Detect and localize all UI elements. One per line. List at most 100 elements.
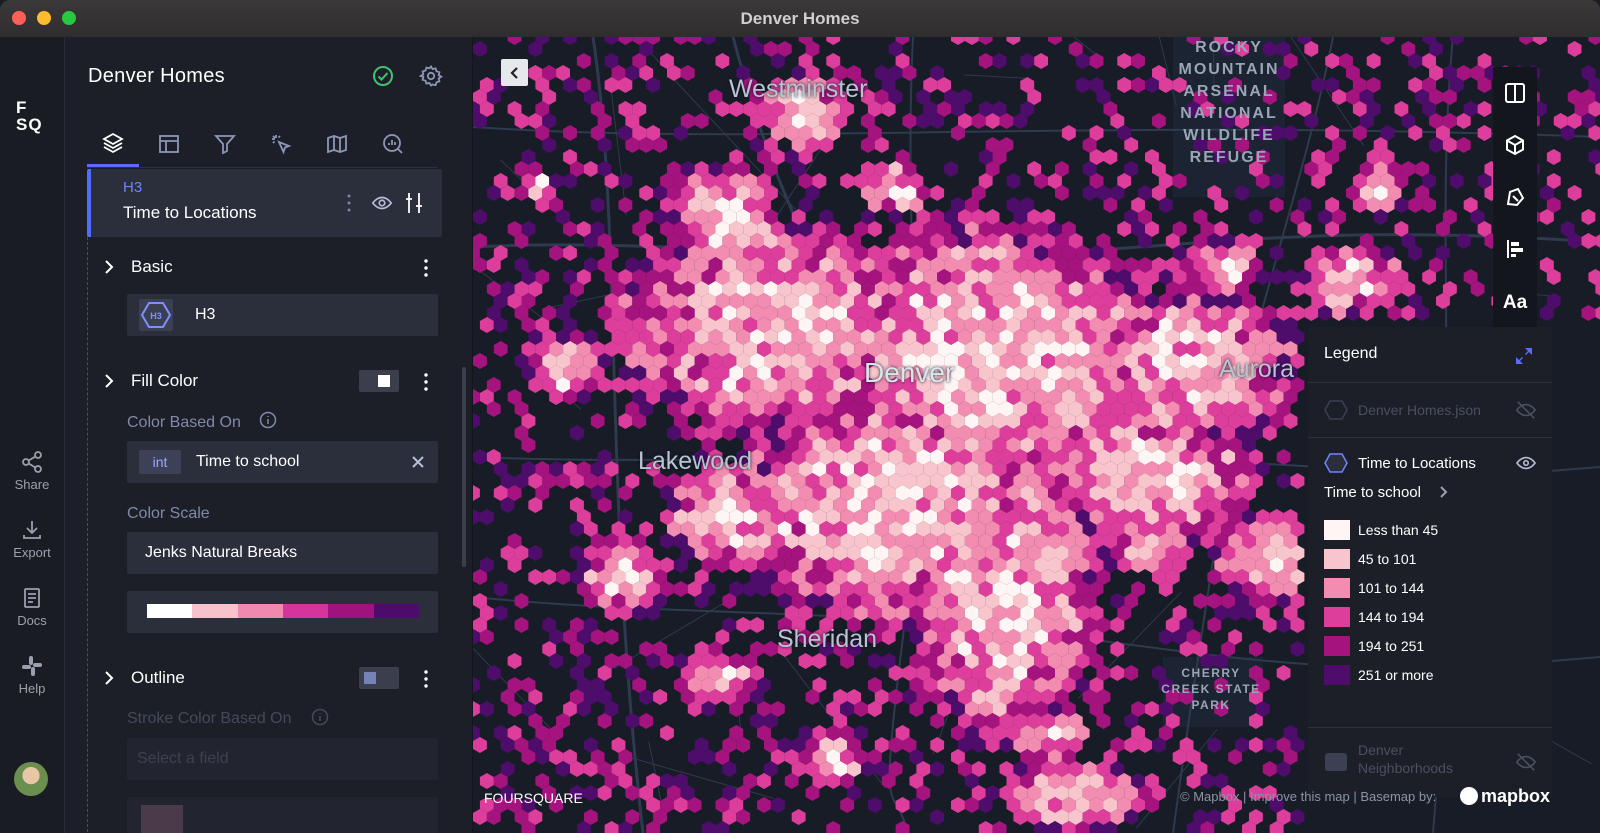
- h3-hex-cell: [473, 389, 480, 405]
- settings-gear-icon[interactable]: [419, 64, 443, 88]
- h3-hex-cell: [701, 37, 716, 45]
- docs-button[interactable]: Docs: [0, 586, 64, 628]
- h3-hex-cell: [1581, 305, 1596, 321]
- h3-hex-cell: [639, 185, 654, 201]
- h3-hex-cell: [514, 593, 529, 609]
- map-attribution[interactable]: © Mapbox | Improve this map | Basemap by…: [1180, 789, 1436, 804]
- h3-hex-cell: [473, 413, 480, 429]
- city-label-sheridan: Sheridan: [777, 625, 878, 653]
- chevron-right-icon[interactable]: [1439, 485, 1449, 499]
- toggle-3d-button[interactable]: [1493, 119, 1537, 171]
- stroke-field-selector[interactable]: Select a field: [127, 738, 438, 780]
- polygon-layer-icon: [1325, 753, 1347, 771]
- h3-hex-cell: [473, 509, 480, 525]
- h3-hex-cell: [1366, 53, 1381, 69]
- color-field-selector[interactable]: int Time to school: [127, 441, 438, 483]
- map-labels-button[interactable]: Aa: [1493, 277, 1537, 329]
- color-field-value: Time to school: [196, 453, 300, 470]
- basic-kebab-icon[interactable]: [423, 259, 429, 277]
- tab-filters[interactable]: [199, 121, 251, 167]
- color-range-selector[interactable]: [127, 591, 438, 633]
- share-label: Share: [14, 477, 50, 492]
- legend-button[interactable]: [1493, 223, 1537, 275]
- tab-interactions[interactable]: [143, 121, 195, 167]
- h3-hex-cell: [930, 737, 945, 753]
- h3-hex-cell: [1034, 53, 1048, 69]
- map-icon: [327, 134, 347, 154]
- visibility-eye-icon[interactable]: [371, 192, 393, 214]
- collapse-legend-icon[interactable]: [1515, 347, 1533, 365]
- outline-toggle[interactable]: [359, 667, 399, 689]
- h3-hex-cell: [479, 773, 494, 789]
- h3-hex-cell: [1595, 234, 1600, 248]
- h3-hex-cell: [687, 37, 702, 45]
- legend-swatch: [1324, 578, 1350, 598]
- docs-icon: [24, 588, 40, 608]
- tab-effects[interactable]: [255, 121, 307, 167]
- outline-kebab-icon[interactable]: [423, 670, 429, 688]
- h3-hex-cell: [1110, 665, 1125, 681]
- polygon-draw-icon: [1506, 187, 1525, 207]
- user-avatar[interactable]: [14, 762, 48, 796]
- mapbox-icon: [1460, 787, 1478, 805]
- h3-hex-cell: [930, 761, 945, 777]
- saved-check-icon: [373, 66, 393, 86]
- cherry-line: CREEK STATE: [1161, 682, 1261, 696]
- h3-hex-cell: [1006, 37, 1021, 45]
- field-type-badge: int: [139, 450, 181, 474]
- legend-dataset-denver-homes: Denver Homes.json: [1308, 383, 1552, 438]
- h3-hex-cell: [1456, 137, 1471, 153]
- visibility-eye-icon[interactable]: [1515, 454, 1537, 472]
- h3-hex-cell: [1533, 37, 1547, 45]
- layer-name-label: Time to Locations: [123, 203, 257, 222]
- tab-layers[interactable]: [87, 121, 139, 167]
- h3-hex-cell: [570, 425, 584, 441]
- foursquare-logo[interactable]: F SQ: [16, 99, 43, 133]
- tab-base-map[interactable]: [311, 121, 363, 167]
- refuge-line: WILDLIFE: [1183, 127, 1275, 144]
- stroke-color-selector[interactable]: [127, 797, 438, 833]
- export-button[interactable]: Export: [0, 518, 64, 560]
- layer-card-time-to-locations[interactable]: H3 Time to Locations: [87, 169, 442, 237]
- h3-hex-cell: [1567, 185, 1582, 201]
- info-icon[interactable]: [259, 411, 277, 429]
- color-ramp-step: [328, 604, 374, 618]
- hidden-eye-icon[interactable]: [1515, 752, 1537, 772]
- drag-handle-icon[interactable]: [346, 193, 352, 213]
- h3-hexagon-icon: [1324, 400, 1348, 420]
- layer-settings-sliders-icon[interactable]: [404, 191, 424, 215]
- filter-icon: [214, 135, 236, 155]
- collapse-panel-button[interactable]: [501, 59, 528, 86]
- h3-hex-cell: [895, 797, 910, 813]
- h3-hex-cell: [1020, 53, 1035, 69]
- share-button[interactable]: Share: [0, 450, 64, 492]
- layer-type-selector[interactable]: H3 H3: [127, 294, 438, 336]
- fill-color-kebab-icon[interactable]: [423, 373, 429, 391]
- mapbox-logo[interactable]: mapbox: [1460, 786, 1550, 807]
- h3-hex-cell: [1546, 149, 1561, 165]
- legend-item-label: 101 to 144: [1358, 580, 1425, 596]
- h3-hex-cell: [867, 653, 882, 669]
- app-window: Denver Homes F SQ Share Export Docs Help…: [0, 0, 1600, 833]
- tab-analysis[interactable]: [367, 121, 419, 167]
- h3-hex-cell: [736, 617, 751, 633]
- cursor-click-icon: [272, 135, 292, 155]
- draw-polygon-button[interactable]: [1493, 171, 1537, 223]
- city-label-westminster: Westminster: [729, 75, 868, 103]
- split-map-button[interactable]: [1493, 67, 1537, 119]
- h3-hex-cell: [1588, 269, 1600, 285]
- logo-line-2: SQ: [16, 115, 43, 134]
- clear-field-close-icon[interactable]: [411, 455, 425, 469]
- color-scale-selector[interactable]: Jenks Natural Breaks: [127, 532, 438, 574]
- cherry-line: CHERRY: [1181, 666, 1241, 680]
- h3-hex-cell: [1588, 37, 1600, 45]
- hidden-eye-icon[interactable]: [1515, 400, 1537, 420]
- window-title: Denver Homes: [740, 9, 860, 28]
- h3-hex-cell: [1519, 37, 1533, 45]
- h3-hex-cell: [556, 569, 570, 585]
- help-button[interactable]: Help: [0, 654, 64, 696]
- fill-color-toggle[interactable]: [359, 370, 399, 392]
- panel-scrollbar[interactable]: [462, 367, 466, 567]
- map-view[interactable]: Westminster Denver Aurora Lakewood Sheri…: [473, 37, 1600, 833]
- legend-item-label: 144 to 194: [1358, 609, 1425, 625]
